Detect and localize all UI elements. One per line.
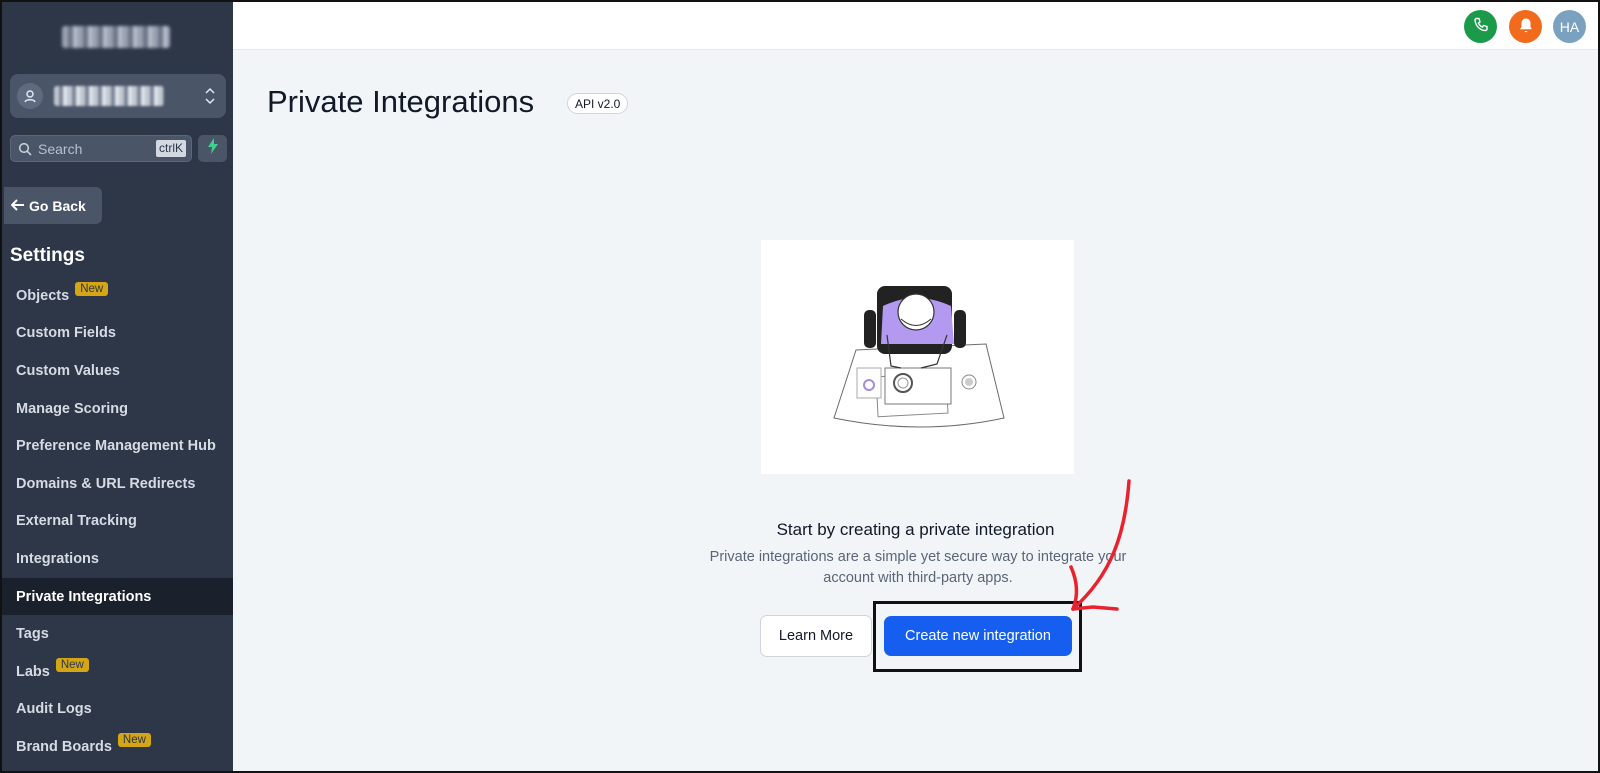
quick-actions-button[interactable] [198,135,227,162]
arrow-left-icon [10,198,25,214]
settings-nav: Objects New Custom Fields Custom Values M… [2,277,233,766]
company-logo [62,26,170,48]
chevron-updown-icon [204,84,216,113]
user-avatar[interactable]: HA [1553,10,1586,43]
sidebar-item-private-integrations[interactable]: Private Integrations [2,577,233,616]
annotation-arrow-icon [1069,479,1131,611]
sidebar-item-tags[interactable]: Tags [2,615,233,653]
search-input[interactable]: Search ctrlK [10,135,192,162]
sidebar-item-external-tracking[interactable]: External Tracking [2,503,233,541]
phone-button[interactable] [1464,10,1497,43]
sidebar-item-custom-values[interactable]: Custom Values [2,352,233,390]
sidebar-item-integrations[interactable]: Integrations [2,540,233,578]
create-new-integration-button[interactable]: Create new integration [884,616,1072,656]
topbar: HA [233,2,1598,50]
account-name [54,86,164,106]
sidebar-item-manage-scoring[interactable]: Manage Scoring [2,390,233,428]
empty-state-illustration [761,240,1074,474]
sidebar-item-audit-logs[interactable]: Audit Logs [2,691,233,729]
sidebar-item-brand-boards[interactable]: Brand Boards New [2,728,233,766]
new-badge: New [55,657,89,672]
bell-icon [1518,17,1534,37]
api-version-badge: API v2.0 [567,93,629,114]
sidebar-item-domains-url-redirects[interactable]: Domains & URL Redirects [2,465,233,503]
account-switcher[interactable] [10,74,226,118]
sidebar-item-custom-fields[interactable]: Custom Fields [2,315,233,353]
lightning-icon [207,138,219,159]
go-back-label: Go Back [29,197,86,214]
learn-more-button[interactable]: Learn More [760,615,872,657]
page-title: Private Integrations [267,84,535,119]
notifications-button[interactable] [1509,10,1542,43]
empty-state-title: Start by creating a private integration [776,520,1055,539]
sidebar-item-preference-management-hub[interactable]: Preference Management Hub [2,427,233,465]
settings-heading: Settings [10,245,85,266]
go-back-button[interactable]: Go Back [4,187,102,224]
search-shortcut: ctrlK [156,140,186,157]
sidebar-item-labs[interactable]: Labs New [2,653,233,691]
phone-icon [1473,17,1489,36]
sidebar: Search ctrlK Go Back Settings Objects New… [2,2,233,771]
new-badge: New [117,732,151,747]
search-placeholder: Search [38,141,83,157]
search-icon [18,142,32,161]
sidebar-item-objects[interactable]: Objects New [2,277,233,315]
main-content: Private Integrations API v2.0 Start by c… [233,50,1598,771]
new-badge: New [75,281,109,296]
location-icon [17,83,43,109]
